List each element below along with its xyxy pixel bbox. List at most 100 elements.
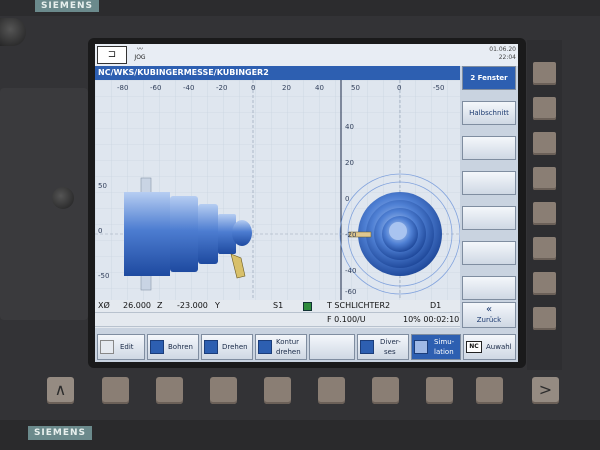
- softkey-empty-3[interactable]: [462, 136, 516, 160]
- side-y-tick: 0: [98, 227, 102, 235]
- y-axis-label: Y: [215, 301, 220, 310]
- x-axis-label: XØ: [98, 301, 110, 310]
- side-y-tick: -50: [98, 272, 109, 280]
- hw-horizontal-key[interactable]: [264, 377, 291, 404]
- side-x-tick: -20: [216, 84, 227, 92]
- horizontal-softkeys: Edit Bohren Drehen Kontur drehen Diver- …: [95, 334, 518, 362]
- front-y-tick: 0: [345, 195, 349, 203]
- softkey-kontur-drehen[interactable]: Kontur drehen: [255, 334, 307, 360]
- front-y-tick: 20: [345, 159, 354, 167]
- mode-label: JOG: [134, 54, 146, 61]
- machine-area-icon[interactable]: ⊐: [97, 46, 127, 64]
- softkey-drehen[interactable]: Drehen: [201, 334, 253, 360]
- bohren-label: Bohren: [168, 343, 193, 351]
- clock: 01.06.20 22:04: [489, 46, 516, 62]
- hw-vertical-key[interactable]: [533, 132, 556, 155]
- hmi-screen: ⊐ 〰 JOG 01.06.20 22:04 NC/WKS/KUBINGERME…: [95, 44, 518, 362]
- status-row-1: XØ 26.000 Z -23.000 Y S1 T SCHLICHTER2 D…: [95, 300, 460, 313]
- tool-name: T SCHLICHTER2: [327, 301, 391, 310]
- simulation-icon: [414, 340, 428, 354]
- hw-vertical-key[interactable]: [533, 97, 556, 120]
- simulation-label: Simu-: [434, 338, 455, 346]
- status-row-2: F 0.100/U 10% 00:02:10: [95, 314, 460, 327]
- hw-vertical-key[interactable]: [533, 237, 556, 260]
- softkey-empty[interactable]: [309, 334, 355, 360]
- hw-horizontal-key[interactable]: [476, 377, 503, 404]
- front-x-tick: 50: [351, 84, 360, 92]
- hw-vertical-key[interactable]: [533, 272, 556, 295]
- side-x-tick: 0: [251, 84, 255, 92]
- front-y-tick: -60: [345, 288, 356, 296]
- diverses-label-2: ses: [384, 348, 396, 356]
- time: 22:04: [498, 54, 516, 61]
- brand-logo-bottom: SIEMENS: [28, 426, 92, 440]
- z-value: -23.000: [177, 301, 208, 310]
- front-y-tick: 40: [345, 123, 354, 131]
- softkey-empty-6[interactable]: [462, 241, 516, 265]
- date: 01.06.20: [489, 46, 516, 53]
- hw-horizontal-key[interactable]: [102, 377, 129, 404]
- softkey-simulation[interactable]: Simu- lation: [411, 334, 461, 360]
- front-x-tick: 0: [397, 84, 401, 92]
- front-x-tick: -50: [433, 84, 444, 92]
- softkey-halbschnitt[interactable]: Halbschnitt: [462, 101, 516, 125]
- turning-icon: [204, 340, 218, 354]
- kontur-label: Kontur: [276, 338, 300, 346]
- edit-label: Edit: [120, 343, 134, 351]
- softkey-empty-7[interactable]: [462, 276, 516, 300]
- auswahl-label: Auwahl: [486, 343, 512, 351]
- back-label: Zurück: [476, 316, 502, 324]
- program-path: NC/WKS/KUBINGERMESSE/KUBINGER2: [95, 66, 460, 80]
- kontur-label-2: drehen: [276, 348, 301, 356]
- edit-icon: [100, 340, 114, 354]
- hw-horizontal-key[interactable]: [318, 377, 345, 404]
- hw-horizontal-key[interactable]: [156, 377, 183, 404]
- wave-icon: 〰: [136, 46, 143, 53]
- hw-recall-key[interactable]: ∧: [47, 377, 74, 404]
- mode-indicator: 〰 JOG: [129, 46, 151, 64]
- softkey-2-fenster[interactable]: 2 Fenster: [462, 66, 516, 90]
- z-axis-label: Z: [157, 301, 163, 310]
- softkey-empty-5[interactable]: [462, 206, 516, 230]
- progress-time: 10% 00:02:10: [403, 315, 460, 324]
- softkey-bohren[interactable]: Bohren: [147, 334, 199, 360]
- status-panel: XØ 26.000 Z -23.000 Y S1 T SCHLICHTER2 D…: [95, 300, 460, 328]
- hw-vertical-key[interactable]: [533, 307, 556, 330]
- hw-vertical-key[interactable]: [533, 167, 556, 190]
- feed-rate: F 0.100/U: [327, 315, 366, 324]
- hw-horizontal-key[interactable]: [210, 377, 237, 404]
- contour-icon: [258, 340, 272, 354]
- softkey-auswahl[interactable]: NC Auwahl: [463, 334, 516, 360]
- softkey-diverses[interactable]: Diver- ses: [357, 334, 409, 360]
- side-x-tick: -80: [117, 84, 128, 92]
- hw-vertical-key[interactable]: [533, 62, 556, 85]
- drehen-label: Drehen: [222, 343, 248, 351]
- side-x-tick: 20: [282, 84, 291, 92]
- softkey-edit[interactable]: Edit: [97, 334, 145, 360]
- misc-icon: [360, 340, 374, 354]
- hw-horizontal-key[interactable]: [372, 377, 399, 404]
- hw-horizontal-key[interactable]: [426, 377, 453, 404]
- double-chevron-left-icon: «: [485, 304, 493, 315]
- side-y-tick: 50: [98, 182, 107, 190]
- tool-offset: D1: [430, 301, 442, 310]
- spindle-label: S1: [273, 301, 284, 310]
- screw-icon: [52, 187, 74, 209]
- header-bar: ⊐ 〰 JOG 01.06.20 22:04: [95, 44, 518, 66]
- brand-logo-top: SIEMENS: [35, 0, 99, 12]
- side-x-tick: 40: [315, 84, 324, 92]
- simulation-view: -80 -60 -40 -20 0 20 40 50 0 -50 50 0 -5…: [95, 80, 461, 300]
- softkey-empty-4[interactable]: [462, 171, 516, 195]
- vertical-softkeys: 2 Fenster Halbschnitt « Zurück: [460, 66, 518, 328]
- diverses-label: Diver-: [380, 338, 401, 346]
- hw-etc-key[interactable]: >: [532, 377, 559, 404]
- spindle-status-icon: [303, 302, 312, 311]
- back-button[interactable]: « Zurück: [462, 302, 516, 328]
- left-side-panel: [0, 88, 88, 320]
- simulation-label-2: lation: [434, 348, 454, 356]
- side-x-tick: -60: [150, 84, 161, 92]
- front-y-tick: -20: [345, 231, 356, 239]
- nc-badge-icon: NC: [466, 341, 482, 353]
- hw-vertical-key[interactable]: [533, 202, 556, 225]
- mount-knob-icon: [0, 18, 26, 46]
